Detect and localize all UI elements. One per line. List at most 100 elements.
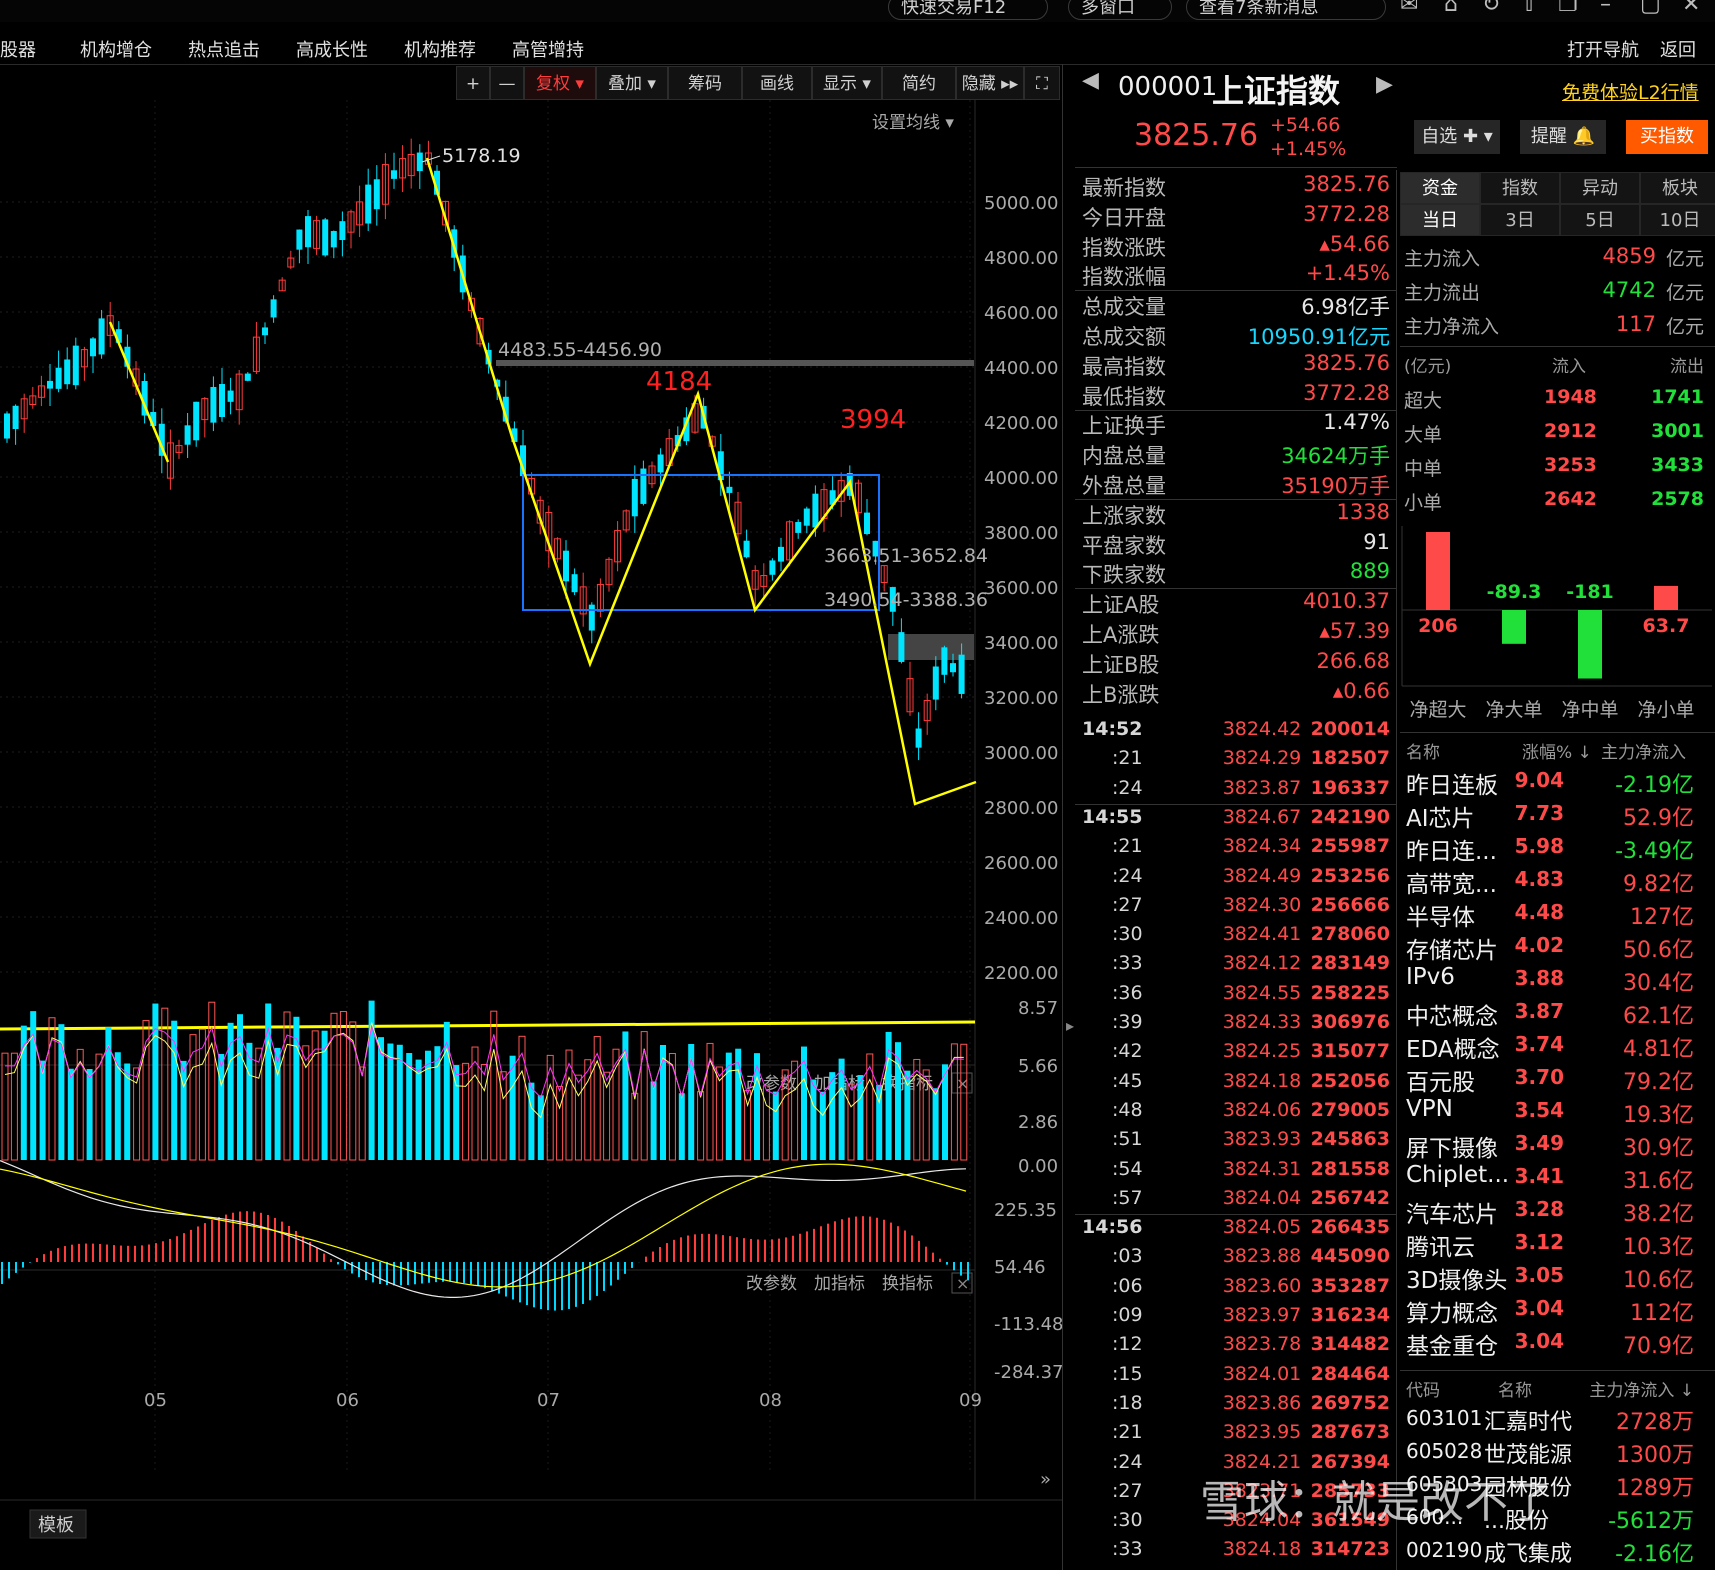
sort-by-change[interactable]: 涨幅% ↓	[1522, 738, 1592, 763]
sector-row[interactable]: IPv6 3.88 30.4亿	[1404, 964, 1704, 997]
net-flow-label: 净超大	[1409, 699, 1466, 721]
sector-row[interactable]: 昨日连... 5.98 -3.49亿	[1404, 832, 1704, 865]
flow-in: 2912	[1544, 420, 1597, 442]
fund-tab[interactable]: 异动	[1560, 172, 1640, 204]
upload-icon[interactable]: ⇧	[1520, 0, 1538, 17]
chips-button[interactable]: 筹码	[668, 66, 742, 100]
close-icon[interactable]: ✕	[1682, 0, 1700, 17]
close-icon[interactable]: ×	[956, 1074, 969, 1093]
flow-row: 中单 3253 3433	[1404, 454, 1704, 488]
period-tab[interactable]: 3日	[1480, 204, 1560, 236]
quote-value: +1.45%	[1305, 261, 1390, 286]
sector-flow: 30.4亿	[1623, 971, 1694, 996]
tick-volume: 242190	[1310, 805, 1390, 828]
sort-by-flow[interactable]: 主力净流入 ↓	[1589, 1376, 1694, 1401]
collapse-handle-icon[interactable]: ▸	[1066, 1016, 1076, 1036]
tick-row: :30 3824.41 278060	[1082, 923, 1390, 952]
back-link[interactable]: 返回	[1660, 36, 1696, 62]
fund-tab[interactable]: 资金	[1400, 172, 1480, 204]
sector-row[interactable]: 3D摄像头 3.05 10.6亿	[1404, 1261, 1704, 1294]
buy-index-button[interactable]: 买指数	[1626, 120, 1708, 154]
quote-label: 下跌家数	[1082, 563, 1166, 588]
nav-item[interactable]: 机构推荐	[404, 36, 476, 62]
tick-time: :18	[1112, 1391, 1143, 1414]
sector-change: 3.70	[1514, 1065, 1564, 1089]
sector-change: 3.28	[1514, 1197, 1564, 1221]
overlay-dropdown[interactable]: 叠加 ▾	[596, 66, 668, 100]
tick-volume: 445090	[1310, 1245, 1390, 1268]
stock-row[interactable]: 603101 汇嘉时代 2728万	[1404, 1404, 1704, 1437]
sector-change: 3.05	[1514, 1263, 1564, 1287]
period-tab[interactable]: 当日	[1400, 204, 1480, 236]
zoom-out-button[interactable]: —	[490, 66, 524, 100]
sector-row[interactable]: 基金重仓 3.04 70.9亿	[1404, 1327, 1704, 1360]
kline-chart[interactable]: 5178.19 4483.55-4456.90 3663.51-3652.84 …	[0, 100, 1062, 1570]
alert-button[interactable]: 提醒 🔔	[1520, 120, 1606, 154]
sector-row[interactable]: VPN 3.54 19.3亿	[1404, 1096, 1704, 1129]
main-inflow-row: 主力流入 4859 亿元	[1404, 244, 1704, 270]
minimize-icon[interactable]: –	[1600, 0, 1611, 17]
quote-value: 34624万手	[1281, 444, 1390, 469]
multi-window-button[interactable]: 多窗口	[1068, 0, 1172, 20]
hide-button[interactable]: 隐藏 ▸▸	[956, 66, 1024, 100]
sector-row[interactable]: 腾讯云 3.12 10.3亿	[1404, 1228, 1704, 1261]
sector-row[interactable]: 百元股 3.70 79.2亿	[1404, 1063, 1704, 1096]
sector-row[interactable]: 存储芯片 4.02 50.6亿	[1404, 931, 1704, 964]
sector-row[interactable]: EDA概念 3.74 4.81亿	[1404, 1030, 1704, 1063]
price-tick-label: 2800.00	[984, 798, 1058, 819]
net-flow-bar	[1578, 610, 1602, 679]
wave-line	[425, 157, 977, 806]
open-nav-link[interactable]: 打开导航	[1567, 36, 1639, 62]
nav-item[interactable]: 机构增仓	[80, 36, 152, 62]
scroll-right-icon[interactable]: »	[1040, 1469, 1051, 1490]
period-tab[interactable]: 10日	[1640, 204, 1715, 236]
refresh-icon[interactable]: ↻	[1482, 0, 1500, 17]
flow-label: 中单	[1404, 458, 1443, 480]
sector-row[interactable]: 算力概念 3.04 112亿	[1404, 1294, 1704, 1327]
quote-row: 总成交额 10950.91亿元	[1082, 321, 1390, 350]
zoom-in-button[interactable]: +	[456, 66, 490, 100]
sector-row[interactable]: 中芯概念 3.87 62.1亿	[1404, 997, 1704, 1030]
sector-change: 3.49	[1514, 1131, 1564, 1155]
fund-tab[interactable]: 指数	[1480, 172, 1560, 204]
tick-time: 14:56	[1082, 1216, 1143, 1239]
sector-row[interactable]: 半导体 4.48 127亿	[1404, 898, 1704, 931]
draw-line-button[interactable]: 画线	[742, 66, 812, 100]
sector-row[interactable]: Chiplet... 3.41 31.6亿	[1404, 1162, 1704, 1195]
sector-row[interactable]: 屏下摄像 3.49 30.9亿	[1404, 1129, 1704, 1162]
home-icon[interactable]: ⌂	[1444, 0, 1458, 17]
fuquan-dropdown[interactable]: 复权 ▾	[524, 66, 596, 100]
nav-item[interactable]: 高管增持	[512, 36, 584, 62]
quick-trade-button[interactable]: 快速交易F12	[888, 0, 1048, 20]
volume-axis: 8.57 5.66 2.86 0.00	[1018, 998, 1058, 1177]
restore-icon[interactable]: ❐	[1558, 0, 1578, 17]
simple-button[interactable]: 简约	[882, 66, 956, 100]
stock-row[interactable]: 002190 成飞集成 -2.16亿	[1404, 1536, 1704, 1569]
tick-row: :33 3824.18 314723	[1082, 1538, 1390, 1567]
flow-row: 大单 2912 3001	[1404, 420, 1704, 454]
display-dropdown[interactable]: 显示 ▾	[812, 66, 882, 100]
maximize-icon[interactable]: ▢	[1640, 0, 1661, 17]
change-params-link[interactable]: 改参数	[746, 1274, 797, 1294]
prev-stock-icon[interactable]: ◀	[1082, 68, 1099, 93]
sector-row[interactable]: 汽车芯片 3.28 38.2亿	[1404, 1195, 1704, 1228]
fund-tab[interactable]: 板块	[1640, 172, 1715, 204]
nav-item[interactable]: 高成长性	[296, 36, 368, 62]
nav-item[interactable]: 股器	[0, 36, 36, 62]
sector-row[interactable]: 昨日连板 9.04 -2.19亿	[1404, 766, 1704, 799]
messages-button[interactable]: 查看7条新消息	[1186, 0, 1386, 20]
l2-link[interactable]: 免费体验L2行情	[1562, 78, 1699, 105]
quote-value: 3825.76	[1303, 172, 1390, 196]
quote-row: 上B涨跌 ▴0.66	[1082, 679, 1390, 708]
nav-item[interactable]: 热点追击	[188, 36, 260, 62]
next-stock-icon[interactable]: ▶	[1376, 72, 1393, 97]
sector-row[interactable]: AI芯片 7.73 52.9亿	[1404, 799, 1704, 832]
sector-row[interactable]: 高带宽... 4.83 9.82亿	[1404, 865, 1704, 898]
mail-icon[interactable]: ✉	[1400, 0, 1418, 17]
watchlist-button[interactable]: 自选 ✚ ▾	[1414, 120, 1500, 154]
add-indicator-link[interactable]: 加指标	[814, 1274, 865, 1294]
period-tab[interactable]: 5日	[1560, 204, 1640, 236]
sector-flow: 50.6亿	[1623, 938, 1694, 963]
switch-indicator-link[interactable]: 换指标	[882, 1274, 933, 1294]
fullscreen-button[interactable]: ⛶	[1024, 66, 1060, 100]
